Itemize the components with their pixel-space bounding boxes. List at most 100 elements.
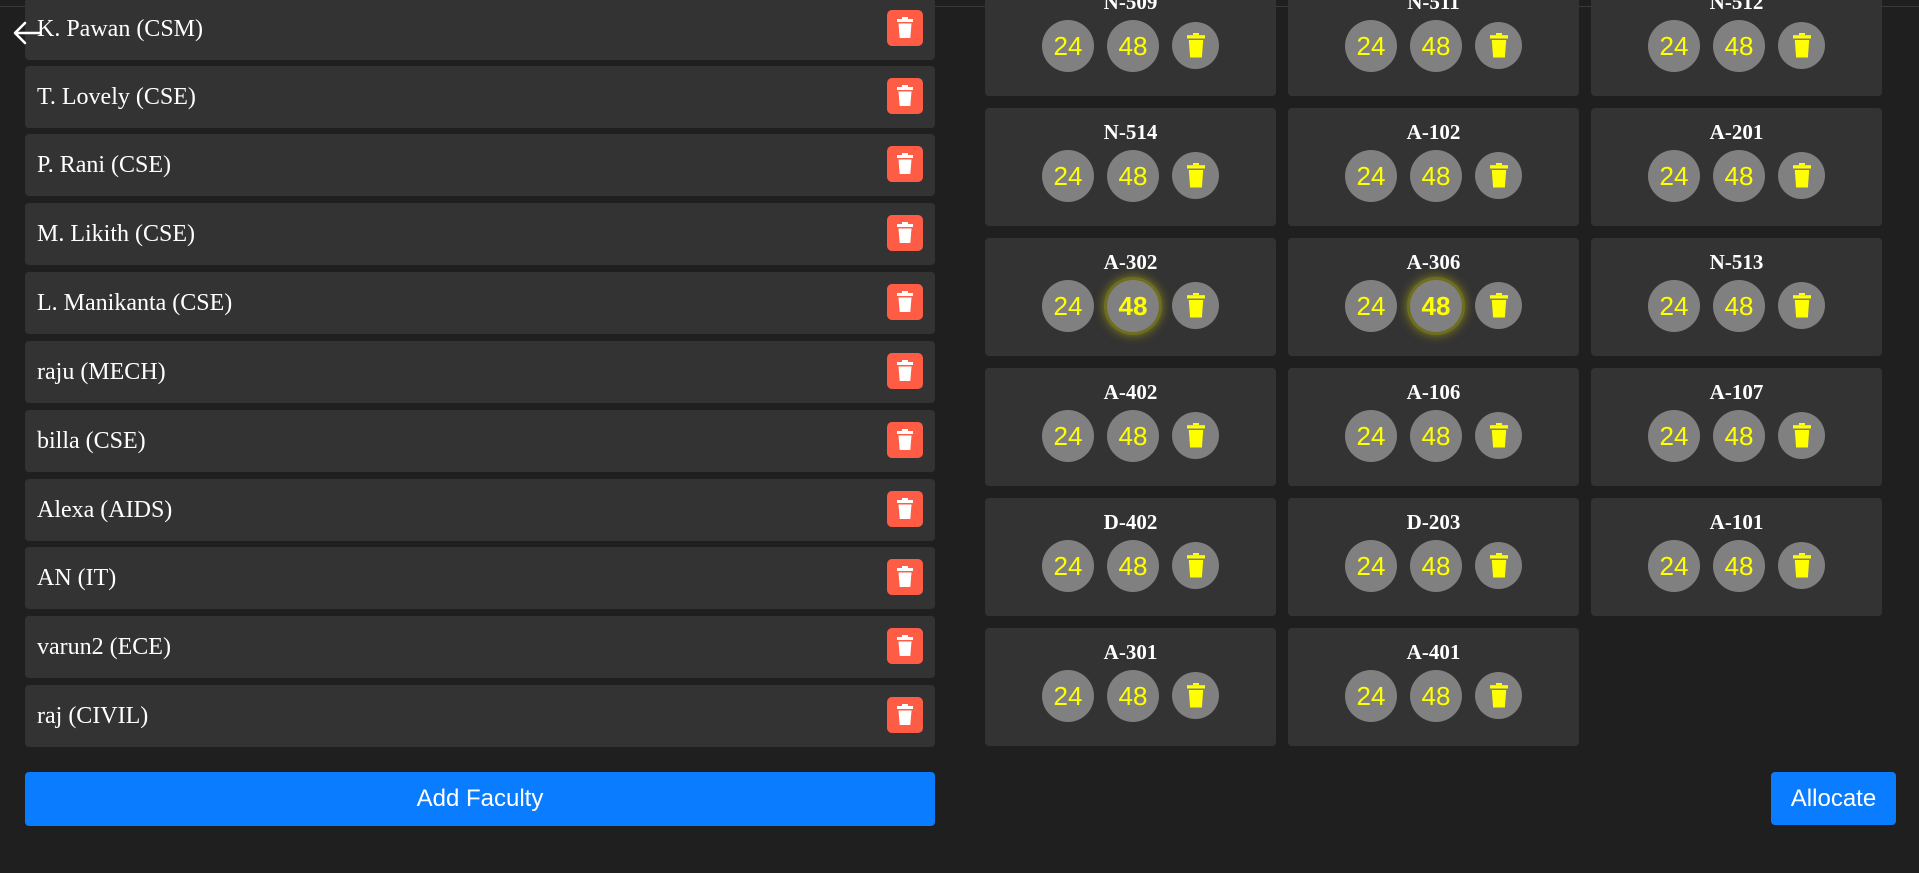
delete-faculty-button[interactable] (887, 353, 923, 389)
capacity-option-button[interactable]: 24 (1345, 670, 1397, 722)
trash-icon (1792, 293, 1811, 318)
delete-faculty-button[interactable] (887, 146, 923, 182)
faculty-name: L. Manikanta (CSE) (37, 290, 233, 316)
delete-room-button[interactable] (1475, 282, 1522, 329)
capacity-option-button[interactable]: 48 (1410, 410, 1462, 462)
trash-icon (897, 291, 913, 312)
faculty-item: raj (CIVIL) (25, 685, 935, 747)
capacity-option-button[interactable]: 48 (1107, 280, 1159, 332)
capacity-option-button[interactable]: 48 (1107, 150, 1159, 202)
faculty-item: T. Lovely (CSE) (25, 66, 935, 128)
faculty-item: K. Pawan (CSM) (25, 0, 935, 60)
faculty-name: P. Rani (CSE) (37, 152, 172, 178)
delete-room-button[interactable] (1475, 672, 1522, 719)
faculty-item: raju (MECH) (25, 341, 935, 403)
trash-icon (1792, 423, 1811, 448)
trash-icon (897, 566, 913, 587)
capacity-option-button[interactable]: 24 (1042, 280, 1094, 332)
capacity-option-button[interactable]: 48 (1410, 280, 1462, 332)
room-name: D-402 (1103, 510, 1158, 534)
trash-icon (897, 498, 913, 519)
delete-faculty-button[interactable] (887, 491, 923, 527)
delete-room-button[interactable] (1778, 22, 1825, 69)
add-faculty-button[interactable]: Add Faculty (25, 772, 935, 826)
room-name: N-512 (1709, 0, 1764, 14)
capacity-option-button[interactable]: 24 (1345, 410, 1397, 462)
allocate-button[interactable]: Allocate (1771, 772, 1896, 825)
room-name: A-201 (1709, 120, 1764, 144)
delete-faculty-button[interactable] (887, 559, 923, 595)
delete-room-button[interactable] (1172, 152, 1219, 199)
trash-icon (1489, 163, 1508, 188)
back-arrow-icon[interactable] (10, 16, 44, 50)
capacity-option-button[interactable]: 48 (1713, 540, 1765, 592)
capacity-option-button[interactable]: 24 (1648, 410, 1700, 462)
delete-room-button[interactable] (1778, 542, 1825, 589)
capacity-option-button[interactable]: 48 (1410, 20, 1462, 72)
delete-faculty-button[interactable] (887, 422, 923, 458)
trash-icon (1489, 33, 1508, 58)
delete-room-button[interactable] (1172, 282, 1219, 329)
capacity-option-button[interactable]: 24 (1042, 540, 1094, 592)
delete-room-button[interactable] (1475, 542, 1522, 589)
faculty-name: T. Lovely (CSE) (37, 84, 196, 110)
delete-room-button[interactable] (1778, 152, 1825, 199)
room-card: N-512 24 48 (1591, 0, 1882, 96)
capacity-option-button[interactable]: 48 (1107, 410, 1159, 462)
capacity-option-button[interactable]: 24 (1345, 540, 1397, 592)
delete-room-button[interactable] (1778, 282, 1825, 329)
room-card: A-201 24 48 (1591, 108, 1882, 226)
delete-faculty-button[interactable] (887, 284, 923, 320)
faculty-name: M. Likith (CSE) (37, 221, 196, 247)
faculty-name: K. Pawan (CSM) (37, 16, 203, 42)
delete-faculty-button[interactable] (887, 697, 923, 733)
trash-icon (1186, 293, 1205, 318)
capacity-option-button[interactable]: 48 (1713, 410, 1765, 462)
capacity-option-button[interactable]: 24 (1648, 540, 1700, 592)
delete-faculty-button[interactable] (887, 215, 923, 251)
faculty-name: raj (CIVIL) (37, 703, 149, 729)
capacity-option-button[interactable]: 24 (1042, 670, 1094, 722)
capacity-option-button[interactable]: 24 (1345, 150, 1397, 202)
room-name: N-511 (1407, 0, 1460, 14)
capacity-option-button[interactable]: 24 (1345, 280, 1397, 332)
capacity-option-button[interactable]: 48 (1107, 540, 1159, 592)
delete-room-button[interactable] (1172, 542, 1219, 589)
capacity-option-button[interactable]: 24 (1648, 20, 1700, 72)
capacity-option-button[interactable]: 48 (1107, 20, 1159, 72)
capacity-option-button[interactable]: 48 (1713, 150, 1765, 202)
faculty-item: varun2 (ECE) (25, 616, 935, 678)
room-card: A-402 24 48 (985, 368, 1276, 486)
capacity-option-button[interactable]: 24 (1042, 150, 1094, 202)
capacity-option-button[interactable]: 24 (1042, 20, 1094, 72)
delete-room-button[interactable] (1475, 412, 1522, 459)
trash-icon (897, 85, 913, 106)
capacity-option-button[interactable]: 48 (1410, 540, 1462, 592)
capacity-option-button[interactable]: 48 (1713, 20, 1765, 72)
delete-faculty-button[interactable] (887, 10, 923, 46)
delete-room-button[interactable] (1778, 412, 1825, 459)
capacity-option-button[interactable]: 24 (1648, 280, 1700, 332)
delete-room-button[interactable] (1475, 152, 1522, 199)
capacity-option-button[interactable]: 24 (1345, 20, 1397, 72)
capacity-option-button[interactable]: 48 (1410, 150, 1462, 202)
capacity-option-button[interactable]: 24 (1648, 150, 1700, 202)
trash-icon (1186, 423, 1205, 448)
room-card: A-301 24 48 (985, 628, 1276, 746)
delete-room-button[interactable] (1475, 22, 1522, 69)
trash-icon (1186, 553, 1205, 578)
delete-room-button[interactable] (1172, 22, 1219, 69)
delete-faculty-button[interactable] (887, 628, 923, 664)
delete-room-button[interactable] (1172, 412, 1219, 459)
capacity-option-button[interactable]: 48 (1713, 280, 1765, 332)
room-name: A-102 (1406, 120, 1461, 144)
faculty-name: AN (IT) (37, 565, 117, 591)
delete-faculty-button[interactable] (887, 78, 923, 114)
faculty-item: AN (IT) (25, 547, 935, 609)
capacity-option-button[interactable]: 48 (1410, 670, 1462, 722)
capacity-option-button[interactable]: 48 (1107, 670, 1159, 722)
room-name: A-107 (1709, 380, 1764, 404)
capacity-option-button[interactable]: 24 (1042, 410, 1094, 462)
trash-icon (897, 17, 913, 38)
delete-room-button[interactable] (1172, 672, 1219, 719)
